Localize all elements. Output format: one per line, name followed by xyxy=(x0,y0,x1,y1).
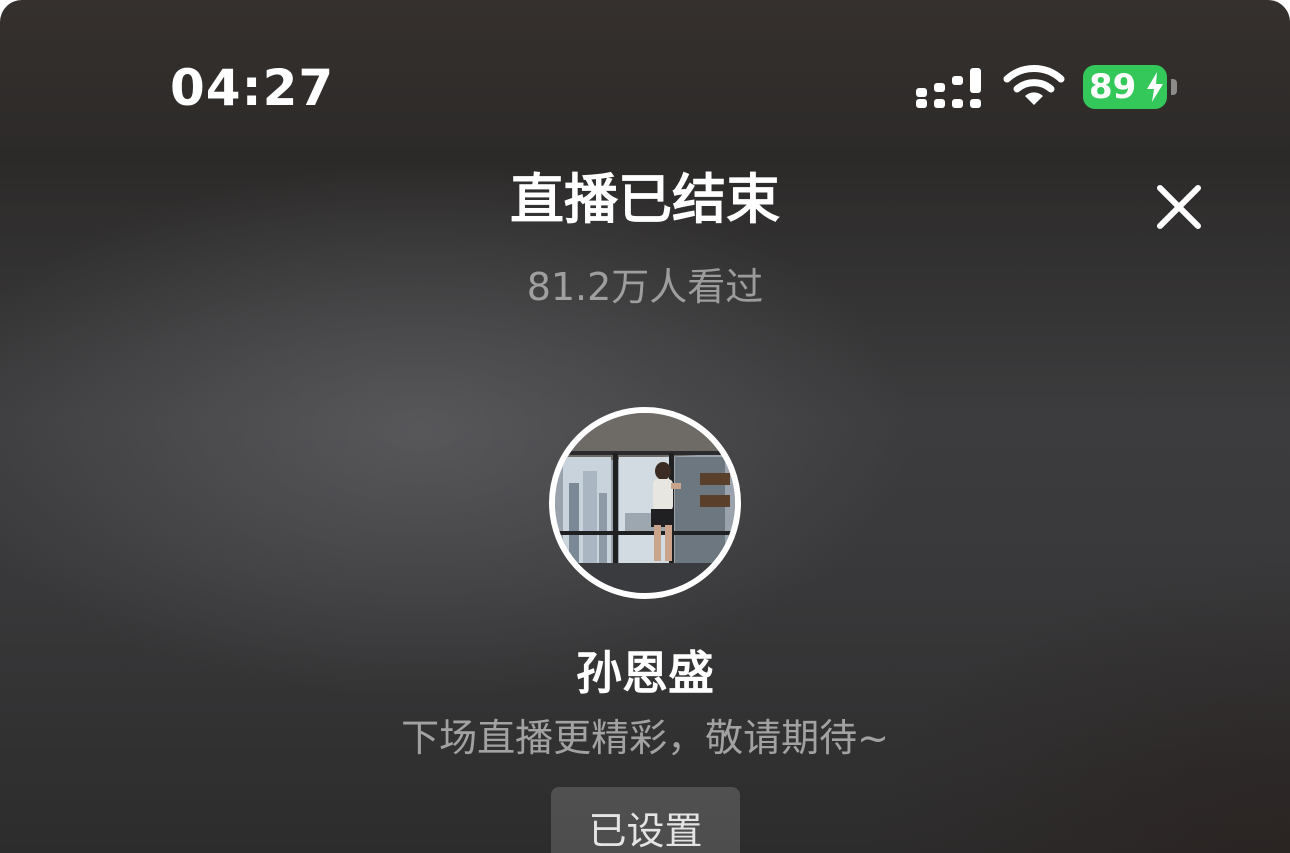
wifi-icon xyxy=(1003,65,1065,105)
page-title: 直播已结束 xyxy=(510,168,780,231)
battery-charging-icon xyxy=(1147,72,1163,102)
battery-cap xyxy=(1171,79,1177,95)
signal-icon xyxy=(916,68,981,108)
reminder-set-button[interactable]: 已设置 xyxy=(551,787,740,853)
close-icon[interactable] xyxy=(1150,178,1208,236)
avatar[interactable] xyxy=(549,407,741,599)
live-ended-screen: 04:27 89 直播已结束 81.2万人看过 孙恩盛 下场直播更精彩，敬请期待… xyxy=(0,0,1290,853)
anchor-name[interactable]: 孙恩盛 xyxy=(0,644,1290,702)
status-time: 04:27 xyxy=(170,59,335,117)
viewer-count: 81.2万人看过 xyxy=(526,265,764,309)
battery-indicator: 89 xyxy=(1083,65,1179,109)
battery-level: 89 xyxy=(1089,67,1137,107)
anchor-tagline: 下场直播更精彩，敬请期待~ xyxy=(401,716,889,760)
avatar-photo xyxy=(555,413,735,593)
